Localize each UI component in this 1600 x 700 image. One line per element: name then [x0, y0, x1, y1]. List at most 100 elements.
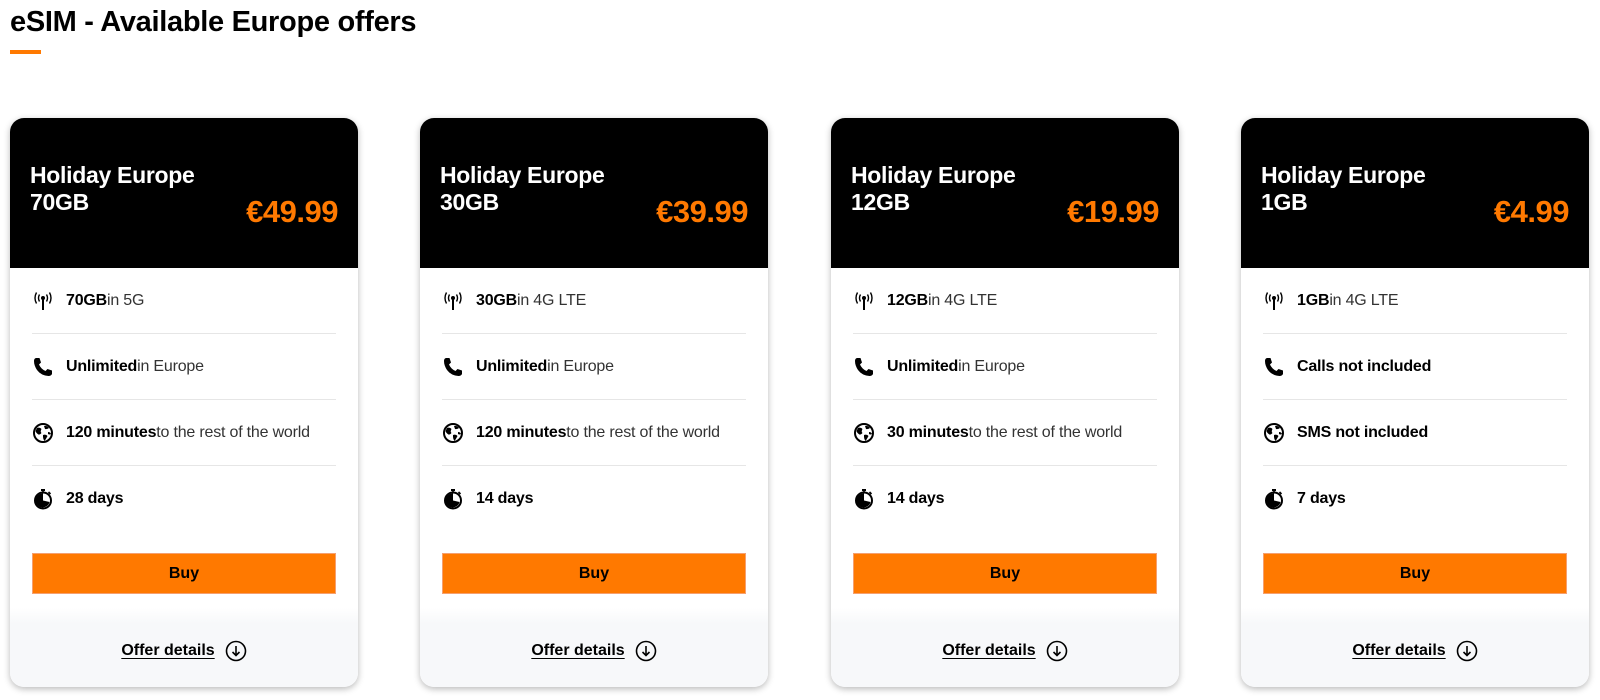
feature-list: 30GB in 4G LTE Unlimited in Europe 120 m… [442, 268, 746, 532]
offer-card-footer: Offer details [10, 608, 358, 687]
globe-icon [853, 422, 875, 444]
feature-validity: 7 days [1263, 466, 1567, 532]
feature-highlight: 30 minutes [887, 423, 969, 441]
feature-highlight: 120 minutes [476, 423, 567, 441]
phone-icon [1263, 356, 1285, 378]
offer-price: €19.99 [1067, 194, 1159, 229]
buy-button[interactable]: Buy [32, 553, 336, 594]
offer-card: Holiday Europe 30GB €39.99 30GB in 4G LT… [420, 118, 768, 687]
feature-highlight: Unlimited [66, 357, 138, 375]
feature-data: 12GB in 4G LTE [853, 268, 1157, 334]
feature-data: 1GB in 4G LTE [1263, 268, 1567, 334]
feature-detail: in Europe [958, 357, 1025, 375]
page-title: eSIM - Available Europe offers [10, 6, 417, 38]
feature-highlight: Unlimited [476, 357, 548, 375]
feature-international: 30 minutes to the rest of the world [853, 400, 1157, 466]
feature-detail: in 4G LTE [517, 291, 587, 309]
offer-card-header: Holiday Europe 12GB €19.99 [831, 118, 1179, 268]
offer-price: €49.99 [246, 194, 338, 229]
feature-detail: in Europe [547, 357, 614, 375]
offer-name: Holiday Europe 1GB [1261, 162, 1426, 216]
stopwatch-icon [853, 488, 875, 510]
feature-highlight: 1GB [1297, 291, 1330, 309]
feature-detail: in 5G [107, 291, 145, 309]
offer-name-line1: Holiday Europe [851, 162, 1016, 188]
feature-list: 70GB in 5G Unlimited in Europe 120 minut… [32, 268, 336, 532]
offer-details-label: Offer details [1352, 641, 1446, 659]
offer-name-line1: Holiday Europe [30, 162, 195, 188]
phone-icon [442, 356, 464, 378]
offer-name-line2: 30GB [440, 189, 499, 215]
circle-arrow-down-icon [1046, 640, 1068, 662]
feature-calls: Unlimited in Europe [442, 334, 746, 400]
globe-icon [442, 422, 464, 444]
feature-highlight: 7 days [1297, 490, 1346, 507]
circle-arrow-down-icon [635, 640, 657, 662]
offer-details-link[interactable]: Offer details [121, 640, 246, 662]
buy-button[interactable]: Buy [853, 553, 1157, 594]
offer-card-footer: Offer details [1241, 608, 1589, 687]
offer-price: €4.99 [1493, 194, 1570, 229]
phone-icon [32, 356, 54, 378]
circle-arrow-down-icon [225, 640, 247, 662]
feature-highlight: 30GB [476, 291, 517, 309]
feature-data: 70GB in 5G [32, 268, 336, 334]
offer-details-label: Offer details [942, 641, 1036, 659]
offer-details-link[interactable]: Offer details [942, 640, 1067, 662]
offer-name: Holiday Europe 70GB [30, 162, 195, 216]
feature-detail: to the rest of the world [566, 423, 720, 441]
feature-highlight: 28 days [66, 490, 124, 507]
offer-card: Holiday Europe 1GB €4.99 1GB in 4G LTE C… [1241, 118, 1589, 687]
feature-highlight: 70GB [66, 291, 107, 309]
feature-list: 1GB in 4G LTE Calls not included SMS not… [1263, 268, 1567, 532]
globe-icon [32, 422, 54, 444]
feature-detail: in 4G LTE [928, 291, 998, 309]
offer-details-label: Offer details [531, 641, 625, 659]
feature-detail: in 4G LTE [1329, 291, 1399, 309]
offer-details-link[interactable]: Offer details [531, 640, 656, 662]
offer-card-header: Holiday Europe 30GB €39.99 [420, 118, 768, 268]
feature-calls: Unlimited in Europe [32, 334, 336, 400]
signal-antenna-icon [1263, 290, 1285, 312]
offer-details-label: Offer details [121, 641, 215, 659]
offer-name-line2: 70GB [30, 189, 89, 215]
signal-antenna-icon [442, 290, 464, 312]
feature-highlight: SMS not included [1297, 423, 1429, 441]
feature-detail: to the rest of the world [968, 423, 1123, 441]
feature-detail: to the rest of the world [156, 423, 310, 441]
feature-highlight: Calls not included [1297, 357, 1432, 375]
offer-name-line2: 1GB [1261, 189, 1308, 215]
feature-list: 12GB in 4G LTE Unlimited in Europe 30 mi… [853, 268, 1157, 532]
feature-data: 30GB in 4G LTE [442, 268, 746, 334]
offer-name-line1: Holiday Europe [1261, 162, 1426, 188]
offer-card: Holiday Europe 70GB €49.99 70GB in 5G Un… [10, 118, 358, 687]
offer-card: Holiday Europe 12GB €19.99 12GB in 4G LT… [831, 118, 1179, 687]
buy-button[interactable]: Buy [1263, 553, 1567, 594]
feature-highlight: 120 minutes [66, 423, 157, 441]
offer-card-header: Holiday Europe 1GB €4.99 [1241, 118, 1589, 268]
signal-antenna-icon [32, 290, 54, 312]
feature-highlight: Unlimited [887, 357, 959, 375]
feature-international: 120 minutes to the rest of the world [442, 400, 746, 466]
offer-name-line1: Holiday Europe [440, 162, 605, 188]
title-accent-underline [10, 50, 41, 54]
feature-sms: SMS not included [1263, 400, 1567, 466]
circle-arrow-down-icon [1456, 640, 1478, 662]
feature-validity: 28 days [32, 466, 336, 532]
offer-details-link[interactable]: Offer details [1352, 640, 1477, 662]
stopwatch-icon [442, 488, 464, 510]
feature-calls: Calls not included [1263, 334, 1567, 400]
feature-highlight: 14 days [887, 490, 945, 507]
stopwatch-icon [32, 488, 54, 510]
feature-highlight: 12GB [887, 291, 928, 309]
feature-calls: Unlimited in Europe [853, 334, 1157, 400]
buy-button[interactable]: Buy [442, 553, 746, 594]
feature-international: 120 minutes to the rest of the world [32, 400, 336, 466]
offer-name: Holiday Europe 12GB [851, 162, 1016, 216]
offer-name-line2: 12GB [851, 189, 910, 215]
signal-antenna-icon [853, 290, 875, 312]
offer-card-header: Holiday Europe 70GB €49.99 [10, 118, 358, 268]
offer-price: €39.99 [656, 194, 748, 229]
feature-validity: 14 days [442, 466, 746, 532]
feature-highlight: 14 days [476, 490, 534, 507]
